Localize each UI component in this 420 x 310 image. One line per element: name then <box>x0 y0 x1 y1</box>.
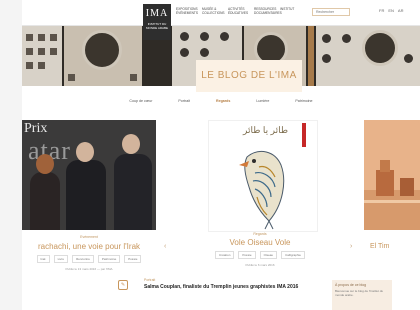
category-lumiere[interactable]: Lumière <box>256 99 269 103</box>
slide-meta: Publié le 6 mars 2016 <box>245 263 275 267</box>
category-portrait[interactable]: Portrait <box>178 99 190 103</box>
facade-pattern <box>50 48 57 55</box>
category-regards[interactable]: Regards <box>216 99 230 103</box>
person-figure <box>30 172 60 230</box>
nav-item-musee[interactable]: Musée & collections <box>202 7 225 15</box>
facade-pattern <box>38 62 45 69</box>
nav-item-institut[interactable]: Institut <box>280 7 300 15</box>
search-input[interactable] <box>312 8 350 16</box>
carousel-slide-right-image[interactable] <box>364 120 420 230</box>
carousel-slide-center-image[interactable]: طائر يا طائر <box>208 120 318 232</box>
facade-pattern <box>322 34 331 43</box>
category-nav: Coup de cœur Portrait Regards Lumière Pa… <box>22 92 420 110</box>
about-blog-text: Bienvenue sur le blog de l'Institut du m… <box>335 289 384 297</box>
mashrabiya-aperture <box>82 30 122 70</box>
facade-pattern <box>26 34 33 41</box>
facade-pattern <box>322 54 331 63</box>
carousel-next-arrow-icon[interactable]: › <box>350 243 352 250</box>
facade-pattern <box>220 32 229 41</box>
facade-pattern <box>68 74 75 81</box>
facade-panel <box>316 26 420 86</box>
logo-subtitle: INSTITUT DU MONDE ARABE <box>145 22 168 30</box>
tag[interactable]: Oiseau <box>259 251 278 259</box>
tag[interactable]: Poésie <box>124 255 142 263</box>
tag[interactable]: Patrimoine <box>97 255 121 263</box>
carousel-prev-arrow-icon[interactable]: ‹ <box>164 243 166 250</box>
logo-mark: IMA <box>145 8 169 19</box>
poster-arabic-title: طائر يا طائر <box>243 125 288 135</box>
carousel-center-caption: Regards Vole Oiseau Vole Création Poésie… <box>182 232 338 267</box>
blog-title: LE BLOG DE L'IMA <box>201 70 297 81</box>
lang-fr[interactable]: FR <box>379 8 384 13</box>
facade-pattern <box>26 48 33 55</box>
person-head <box>122 134 140 154</box>
facade-pattern <box>200 48 209 57</box>
pen-icon: ✎ <box>118 280 128 290</box>
site: IMA INSTITUT DU MONDE ARABE Expositions … <box>22 0 420 310</box>
landscape-photo <box>364 120 420 230</box>
slide-title[interactable]: rachachi, une voie pour l'Irak <box>22 242 156 251</box>
person-figure <box>66 160 106 230</box>
slide-tags: Irak Livre Rencontre Patrimoine Poésie <box>22 255 156 263</box>
language-switcher: FR EN AR <box>379 8 403 13</box>
facade-pattern <box>130 74 137 81</box>
slide-title[interactable]: El Tim <box>370 243 389 250</box>
slide-category[interactable]: Evénement <box>22 235 156 239</box>
person-head <box>76 142 94 162</box>
page: IMA INSTITUT DU MONDE ARABE Expositions … <box>0 0 420 310</box>
nav-item-ressources[interactable]: Ressources documentaires <box>254 7 282 15</box>
facade-pattern <box>180 48 189 57</box>
blog-title-tab: LE BLOG DE L'IMA <box>196 60 302 92</box>
facade-pattern <box>50 34 57 41</box>
nav-item-expositions[interactable]: Expositions événements <box>176 7 198 15</box>
nav-item-activites[interactable]: Activités éducatives <box>228 7 248 15</box>
facade-pattern <box>38 34 45 41</box>
tag[interactable]: Rencontre <box>72 255 94 263</box>
facade-panel <box>64 26 142 86</box>
slide-meta: Publié le 13 mars 2016 — par l'IMA <box>65 267 113 271</box>
category-patrimoine[interactable]: Patrimoine <box>295 99 312 103</box>
about-blog-title: À propos de ce blog <box>335 283 367 287</box>
person-figure <box>114 154 152 230</box>
tag[interactable]: Livre <box>53 255 69 263</box>
about-blog-box: À propos de ce blog Bienvenue sur le blo… <box>332 280 392 310</box>
slide-title[interactable]: Vole Oiseau Vole <box>182 238 338 247</box>
carousel-slide-left-image[interactable]: Prix atar <box>22 120 156 230</box>
tag[interactable]: Poésie <box>238 251 256 259</box>
facade-panel <box>308 26 314 86</box>
facade-pattern <box>26 62 33 69</box>
person-head <box>36 154 54 174</box>
poster-red-bar <box>302 123 306 147</box>
ima-logo[interactable]: IMA INSTITUT DU MONDE ARABE <box>143 4 171 40</box>
facade-pattern <box>404 54 413 63</box>
tag[interactable]: Création <box>215 251 235 259</box>
facade-pattern <box>180 32 189 41</box>
article-category[interactable]: Portrait <box>144 278 155 282</box>
article-title[interactable]: Salma Couplan, finaliste du Tremplin jeu… <box>144 284 304 291</box>
lang-ar[interactable]: AR <box>398 8 404 13</box>
category-coup-de-coeur[interactable]: Coup de cœur <box>129 99 152 103</box>
slide-image-text: Prix <box>24 121 48 136</box>
tag[interactable]: Irak <box>36 255 50 263</box>
slide-tags: Création Poésie Oiseau Calligraphie <box>182 251 338 259</box>
facade-pattern <box>200 32 209 41</box>
facade-panel <box>22 26 62 86</box>
top-navigation-bar: IMA INSTITUT DU MONDE ARABE Expositions … <box>22 0 420 40</box>
facade-pattern <box>38 48 45 55</box>
lang-en[interactable]: EN <box>388 8 394 13</box>
tag[interactable]: Calligraphie <box>281 251 305 259</box>
main-nav: Expositions événements Musée & collectio… <box>176 7 300 15</box>
carousel-left-caption: Evénement rachachi, une voie pour l'Irak… <box>22 230 156 271</box>
slide-category[interactable]: Regards <box>182 232 338 236</box>
mashrabiya-aperture <box>362 30 398 66</box>
facade-pattern <box>342 34 351 43</box>
